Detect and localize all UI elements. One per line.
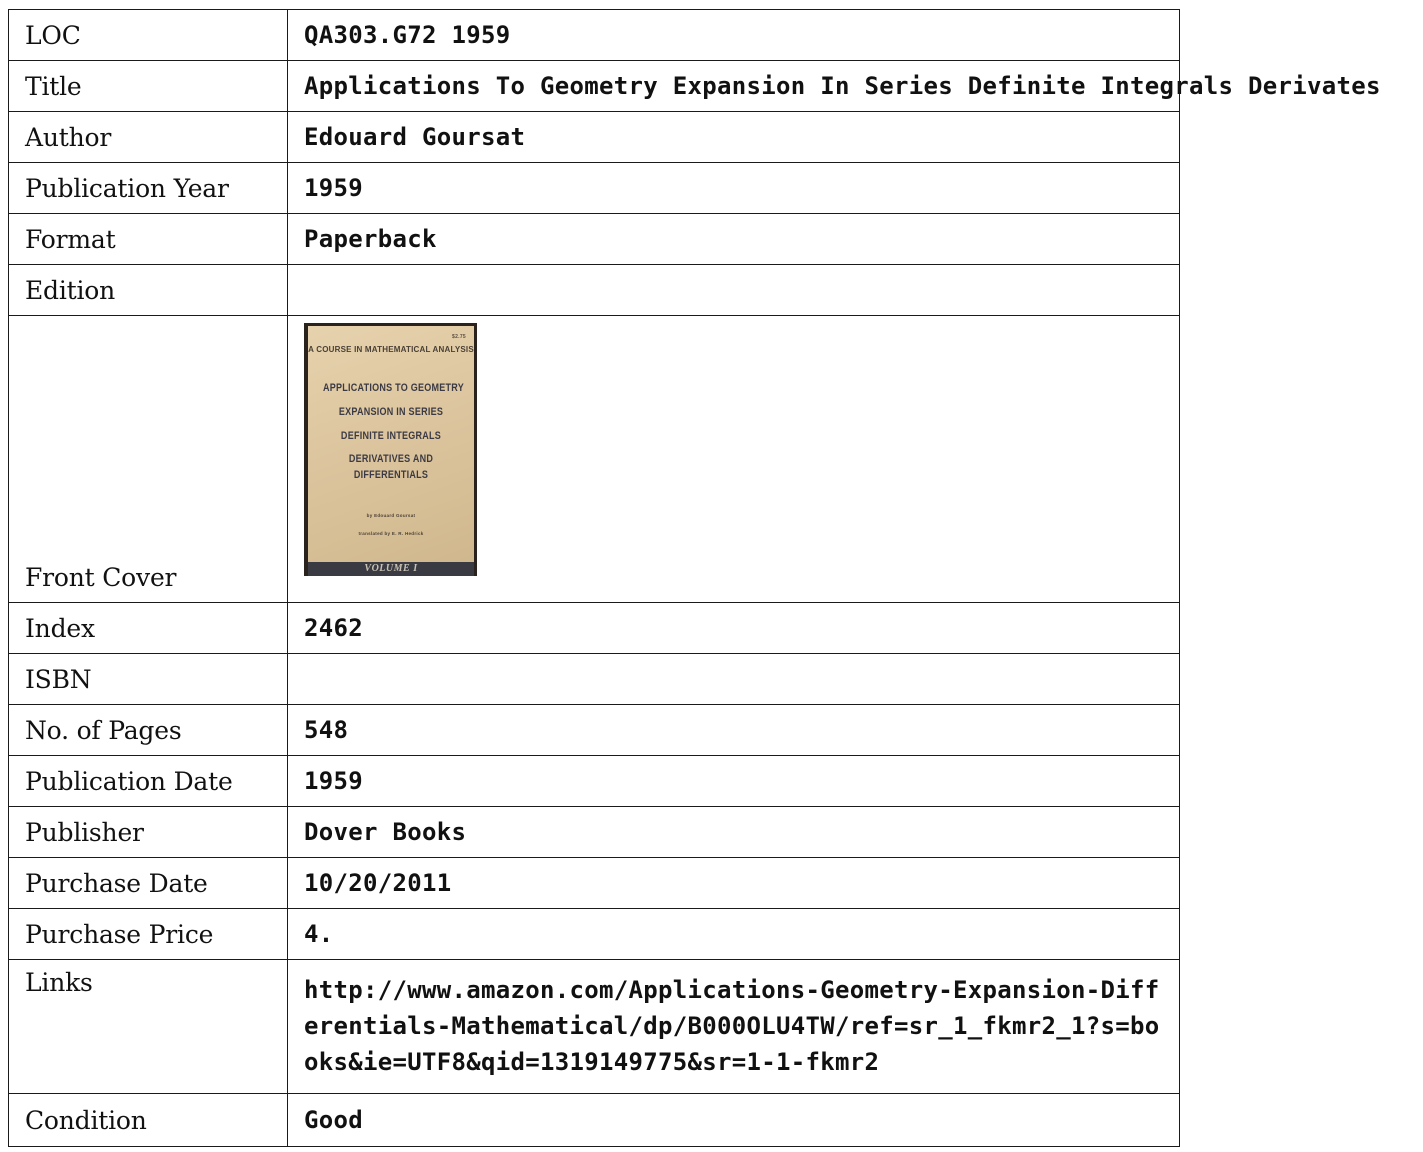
- isbn-label: ISBN: [8, 653, 288, 705]
- cover-title-line-5: DIFFERENTIALS: [353, 469, 429, 481]
- pages-value: 548: [287, 704, 1180, 756]
- book-record-table: LOC QA303.G72 1959 Title Applications To…: [8, 9, 1380, 1147]
- title-value: Applications To Geometry Expansion In Se…: [287, 60, 1380, 112]
- publisher-label: Publisher: [8, 806, 288, 858]
- row-pages: No. of Pages 548: [8, 704, 1180, 756]
- cover-title-line-3: DEFINITE INTEGRALS: [340, 430, 442, 442]
- front-cover-label: Front Cover: [8, 315, 288, 603]
- cover-price: $2.75: [451, 334, 466, 340]
- purchase-date-value: 10/20/2011: [287, 857, 1180, 909]
- row-publication-date: Publication Date 1959: [8, 755, 1180, 807]
- book-record-page: LOC QA303.G72 1959 Title Applications To…: [0, 0, 1423, 1152]
- cover-title-line-2: EXPANSION IN SERIES: [338, 406, 444, 418]
- row-format: Format Paperback: [8, 213, 1180, 265]
- row-author: Author Edouard Goursat: [8, 111, 1180, 163]
- row-edition: Edition: [8, 264, 1180, 316]
- purchase-price-label: Purchase Price: [8, 908, 288, 960]
- book-cover-image[interactable]: $2.75 A COURSE IN MATHEMATICAL ANALYSIS …: [304, 323, 477, 576]
- publication-date-label: Publication Date: [8, 755, 288, 807]
- edition-label: Edition: [8, 264, 288, 316]
- cover-title-line-1: APPLICATIONS TO GEOMETRY: [322, 382, 464, 394]
- row-index: Index 2462: [8, 602, 1180, 654]
- publication-date-value: 1959: [287, 755, 1180, 807]
- publication-year-value: 1959: [287, 162, 1180, 214]
- cover-translator-line: translated by E. R. Hedrick: [358, 531, 424, 536]
- loc-label: LOC: [8, 9, 288, 61]
- isbn-value: [287, 653, 1180, 705]
- row-isbn: ISBN: [8, 653, 1180, 705]
- publisher-value: Dover Books: [287, 806, 1180, 858]
- condition-label: Condition: [8, 1093, 288, 1147]
- title-label: Title: [8, 60, 288, 112]
- pages-label: No. of Pages: [8, 704, 288, 756]
- row-front-cover: Front Cover $2.75 A COURSE IN MATHEMATIC…: [8, 315, 1180, 603]
- row-loc: LOC QA303.G72 1959: [8, 9, 1180, 61]
- front-cover-cell: $2.75 A COURSE IN MATHEMATICAL ANALYSIS …: [287, 315, 1180, 603]
- row-purchase-price: Purchase Price 4.: [8, 908, 1180, 960]
- author-label: Author: [8, 111, 288, 163]
- author-value: Edouard Goursat: [287, 111, 1180, 163]
- row-publisher: Publisher Dover Books: [8, 806, 1180, 858]
- links-label: Links: [8, 959, 288, 1094]
- index-label: Index: [8, 602, 288, 654]
- loc-value: QA303.G72 1959: [287, 9, 1180, 61]
- cover-title-line-4: DERIVATIVES AND: [348, 453, 434, 465]
- purchase-date-label: Purchase Date: [8, 857, 288, 909]
- row-links: Links http://www.amazon.com/Applications…: [8, 959, 1180, 1094]
- cover-author-line: by Edouard Goursat: [366, 513, 416, 518]
- publication-year-label: Publication Year: [8, 162, 288, 214]
- format-value: Paperback: [287, 213, 1180, 265]
- cover-series-title: A COURSE IN MATHEMATICAL ANALYSIS: [308, 345, 474, 354]
- purchase-price-value: 4.: [287, 908, 1180, 960]
- cover-volume-band: VOLUME I: [308, 562, 474, 576]
- index-value: 2462: [287, 602, 1180, 654]
- links-url[interactable]: http://www.amazon.com/Applications-Geome…: [287, 959, 1180, 1094]
- format-label: Format: [8, 213, 288, 265]
- edition-value: [287, 264, 1180, 316]
- row-purchase-date: Purchase Date 10/20/2011: [8, 857, 1180, 909]
- condition-value: Good: [287, 1093, 1180, 1147]
- row-title: Title Applications To Geometry Expansion…: [8, 60, 1380, 112]
- row-condition: Condition Good: [8, 1093, 1180, 1147]
- row-publication-year: Publication Year 1959: [8, 162, 1180, 214]
